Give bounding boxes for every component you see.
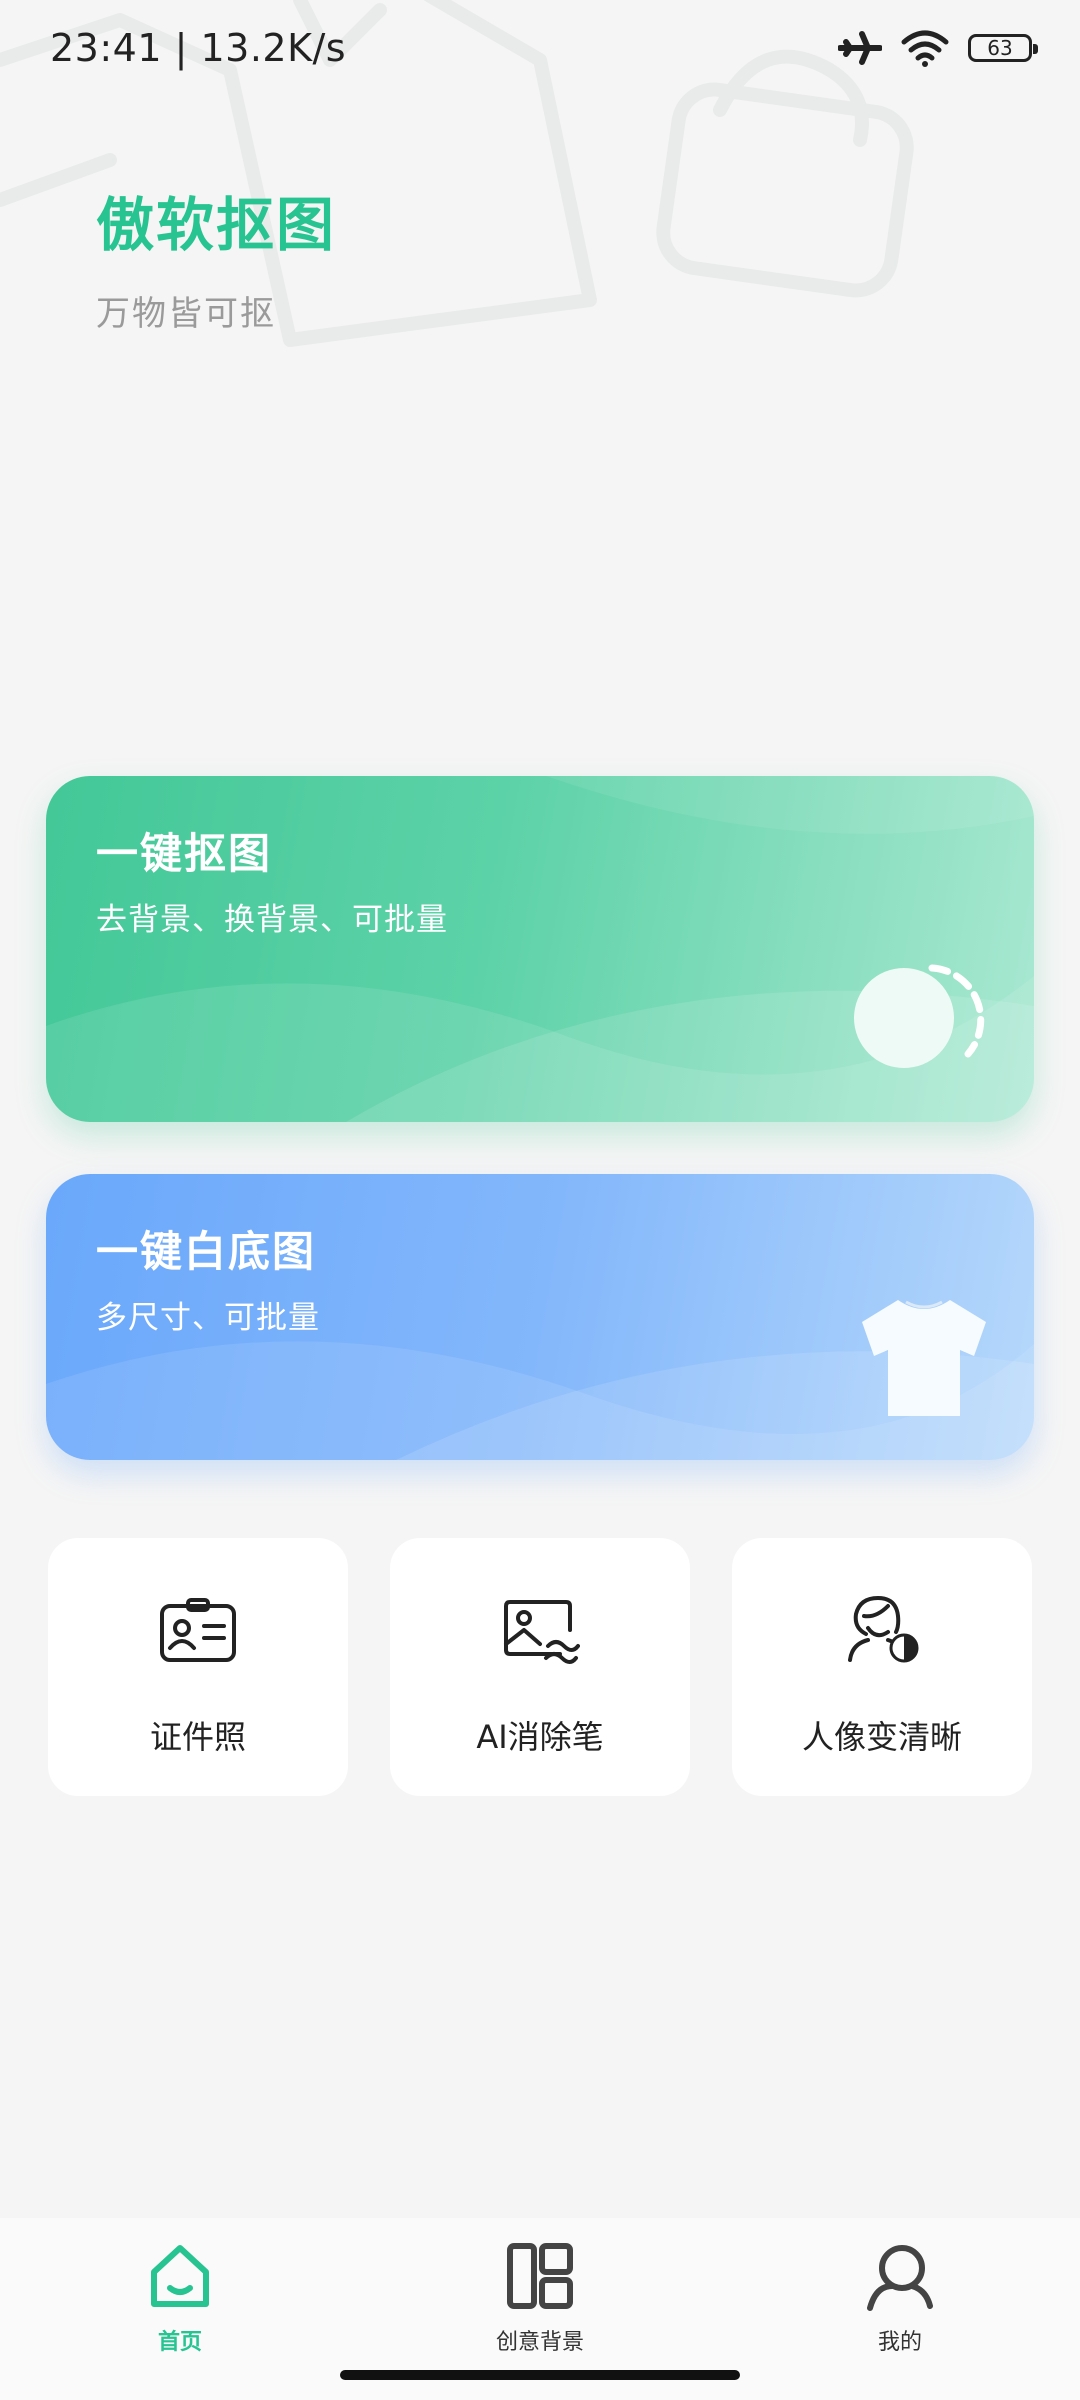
- tool-portrait-enhance-label: 人像变清晰: [801, 1718, 962, 1756]
- image-eraser-icon: [504, 1600, 580, 1664]
- tool-ai-eraser[interactable]: AI消除笔: [390, 1538, 690, 1796]
- app-subtitle: 万物皆可抠: [96, 294, 276, 334]
- white-background-card-title: 一键白底图: [96, 1227, 317, 1276]
- nav-item-mine[interactable]: 我的: [800, 2230, 1000, 2360]
- white-background-card-desc: 多尺寸、可批量: [96, 1300, 320, 1336]
- status-time: 23:41 | 13.2K/s: [50, 26, 347, 70]
- status-bar: 23:41 | 13.2K/s 63: [0, 0, 1080, 100]
- tool-id-photo-label: 证件照: [149, 1718, 246, 1756]
- status-icons: 63: [838, 28, 1038, 68]
- app-title: 傲软抠图: [96, 191, 337, 259]
- tool-ai-eraser-label: AI消除笔: [476, 1718, 604, 1756]
- nav-label-home: 首页: [157, 2330, 202, 2355]
- cutout-card-desc: 去背景、换背景、可批量: [96, 902, 448, 938]
- cutout-card[interactable]: 一键抠图 去背景、换背景、可批量: [46, 776, 1034, 1122]
- user-icon: [867, 2245, 933, 2311]
- nav-label-mine: 我的: [877, 2330, 922, 2355]
- wifi-icon: [901, 30, 949, 67]
- layout-icon: [507, 2243, 573, 2309]
- nav-item-home[interactable]: 首页: [80, 2230, 280, 2360]
- nav-item-creative-background[interactable]: 创意背景: [440, 2230, 640, 2360]
- nav-label-creative-background: 创意背景: [495, 2330, 584, 2355]
- home-indicator[interactable]: [340, 2370, 740, 2380]
- cutout-card-title: 一键抠图: [96, 829, 273, 878]
- id-card-icon: [160, 1598, 236, 1662]
- white-background-card[interactable]: 一键白底图 多尺寸、可批量: [46, 1174, 1034, 1460]
- tshirt-icon: [862, 1300, 986, 1416]
- portrait-enhance-icon: [848, 1596, 919, 1663]
- battery-level: 63: [987, 36, 1013, 60]
- toggle-cutout-icon: [854, 964, 985, 1068]
- battery-icon: 63: [968, 34, 1038, 62]
- tool-portrait-enhance[interactable]: 人像变清晰: [732, 1538, 1032, 1796]
- airplane-icon: [838, 31, 882, 65]
- home-icon: [151, 2245, 209, 2307]
- tool-id-photo[interactable]: 证件照: [48, 1538, 348, 1796]
